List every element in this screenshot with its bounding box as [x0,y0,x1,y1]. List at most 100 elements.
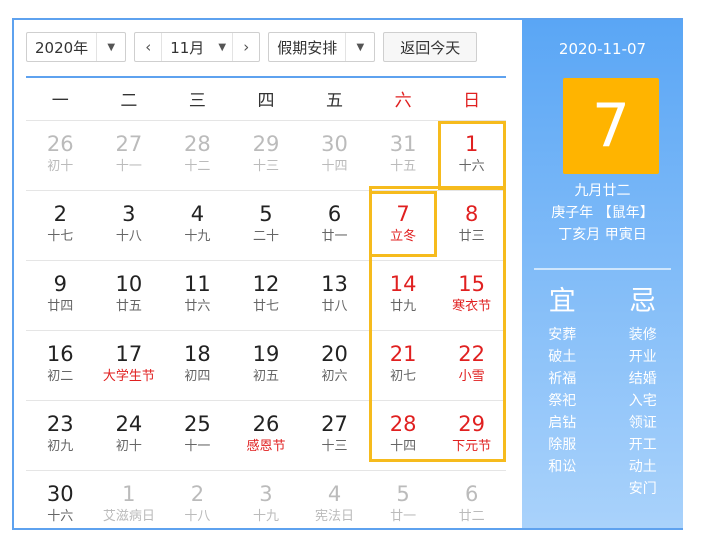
day-cell[interactable]: 3 十九 [232,471,301,540]
week-row: 2 十七 3 十八 4 十九 5 二十 6 廿一 7 立冬 8 廿三 [26,190,506,260]
lunar-label: 十二 [184,159,211,174]
weekday-header: 一二三四五六日 [26,86,506,111]
day-cell[interactable]: 10 廿五 [95,261,164,330]
day-cell[interactable]: 30 十四 [300,121,369,190]
lunar-label: 立冬 [390,229,417,244]
day-cell[interactable]: 17 大学生节 [95,331,164,400]
lunar-label: 廿五 [115,299,142,314]
yi-item: 安葬 [548,327,577,343]
day-cell[interactable]: 27 十一 [95,121,164,190]
day-cell[interactable]: 14 廿九 [369,261,438,330]
day-cell[interactable]: 28 十四 [369,401,438,470]
ji-item: 开业 [628,349,657,365]
lunar-label: 大学生节 [102,369,155,384]
day-cell[interactable]: 29 下元节 [437,401,506,470]
month-select[interactable]: ‹ 11月 ▼ › [134,32,261,62]
lunar-label: 初二 [47,369,74,384]
day-cell[interactable]: 16 初二 [26,331,95,400]
day-cell[interactable]: 26 初十 [26,121,95,190]
lunar-label: 十六 [458,159,485,174]
day-cell[interactable]: 1 十六 [437,121,506,190]
day-cell[interactable]: 19 初五 [232,331,301,400]
day-number: 4 [327,482,342,506]
day-cell[interactable]: 20 初六 [300,331,369,400]
day-cell[interactable]: 3 十八 [95,191,164,260]
day-cell[interactable]: 18 初四 [163,331,232,400]
day-cell[interactable]: 26 感恩节 [232,401,301,470]
day-number: 27 [321,412,348,436]
day-number: 15 [458,272,486,296]
day-cell[interactable]: 12 廿七 [232,261,301,330]
prev-month-button[interactable]: ‹ [135,33,163,61]
day-cell[interactable]: 1 艾滋病日 [95,471,164,540]
year-select[interactable]: 2020年 ▼ [26,32,127,62]
day-cell[interactable]: 9 廿四 [26,261,95,330]
selected-date: 2020-11-07 [558,40,647,58]
day-cell[interactable]: 2 十七 [26,191,95,260]
ji-item: 开工 [628,437,657,453]
day-cell[interactable]: 5 二十 [232,191,301,260]
lunar-label: 十八 [115,229,142,244]
ji-item: 安门 [628,481,657,497]
day-cell[interactable]: 25 十一 [163,401,232,470]
yi-item: 破土 [548,349,577,365]
day-cell[interactable]: 5 廿一 [369,471,438,540]
day-number: 9 [53,272,67,296]
day-cell[interactable]: 29 十三 [232,121,301,190]
header-divider [26,76,506,78]
day-number: 1 [122,482,136,506]
day-number: 6 [327,202,342,226]
year-value: 2020年 [35,38,89,57]
lunar-label: 下元节 [452,439,492,454]
lunar-label: 廿一 [390,509,417,524]
day-cell[interactable]: 6 廿二 [437,471,506,540]
lunar-label: 廿六 [184,299,211,314]
yi-item: 祈福 [548,371,577,387]
day-cell[interactable]: 11 廿六 [163,261,232,330]
yi-item: 除服 [548,437,577,453]
holiday-select[interactable]: 假期安排 ▼ [268,32,376,62]
holiday-value: 假期安排 [277,38,338,57]
day-number: 12 [252,272,280,296]
day-cell[interactable]: 4 十九 [163,191,232,260]
day-cell[interactable]: 28 十二 [163,121,232,190]
day-number: 21 [389,342,417,366]
today-button[interactable]: 返回今天 [383,32,478,62]
lunar-label: 廿一 [321,229,348,244]
lunar-info: 九月廿二 庚子年 【鼠年】 丁亥月 甲寅日 [522,180,683,246]
yi-item: 祭祀 [548,393,577,409]
day-cell[interactable]: 4 宪法日 [300,471,369,540]
next-month-button[interactable]: › [232,33,259,61]
day-number: 25 [184,412,211,436]
lunar-label: 廿三 [458,229,485,244]
weekday-label: 日 [463,91,481,111]
lunar-label: 初五 [252,369,279,384]
yi-item: 和讼 [548,459,577,475]
day-cell[interactable]: 13 廿八 [300,261,369,330]
day-cell[interactable]: 6 廿一 [300,191,369,260]
day-cell[interactable]: 31 十五 [369,121,438,190]
day-cell[interactable]: 22 小雪 [437,331,506,400]
day-cell[interactable]: 2 十八 [163,471,232,540]
yi-ji-section: 宜 安葬 破土 祈福 祭祀 启钻 除服 和讼 忌 装修 开业 结婚 入宅 领证 开工 动土 安门 [522,284,683,500]
lunar-label: 十九 [252,509,279,524]
day-cell[interactable]: 30 十六 [26,471,95,540]
ji-heading: 忌 [629,286,657,317]
day-detail-panel: 2020-11-07 7 九月廿二 庚子年 【鼠年】 丁亥月 甲寅日 宜 安葬破… [522,20,683,528]
day-number: 17 [115,342,143,366]
lunar-label: 初四 [184,369,211,384]
week-row: 26 初十 27 十一 28 十二 29 十三 30 十四 31 十五 1 十六 [26,120,506,190]
day-cell[interactable]: 8 廿三 [437,191,506,260]
day-number: 26 [252,412,280,436]
week-row: 30 十六 1 艾滋病日 2 十八 3 十九 4 宪法日 5 廿一 6 廿二 [26,470,506,540]
day-cell[interactable]: 27 十三 [300,401,369,470]
month-value: 11月 [170,38,205,57]
day-cell[interactable]: 7 立冬 [369,191,438,260]
ji-item: 结婚 [628,371,657,387]
day-cell[interactable]: 15 寒衣节 [437,261,506,330]
lunar-label: 感恩节 [246,439,286,454]
day-cell[interactable]: 23 初九 [26,401,95,470]
chevron-down-icon: ▼ [345,33,374,61]
day-cell[interactable]: 21 初七 [369,331,438,400]
day-cell[interactable]: 24 初十 [95,401,164,470]
